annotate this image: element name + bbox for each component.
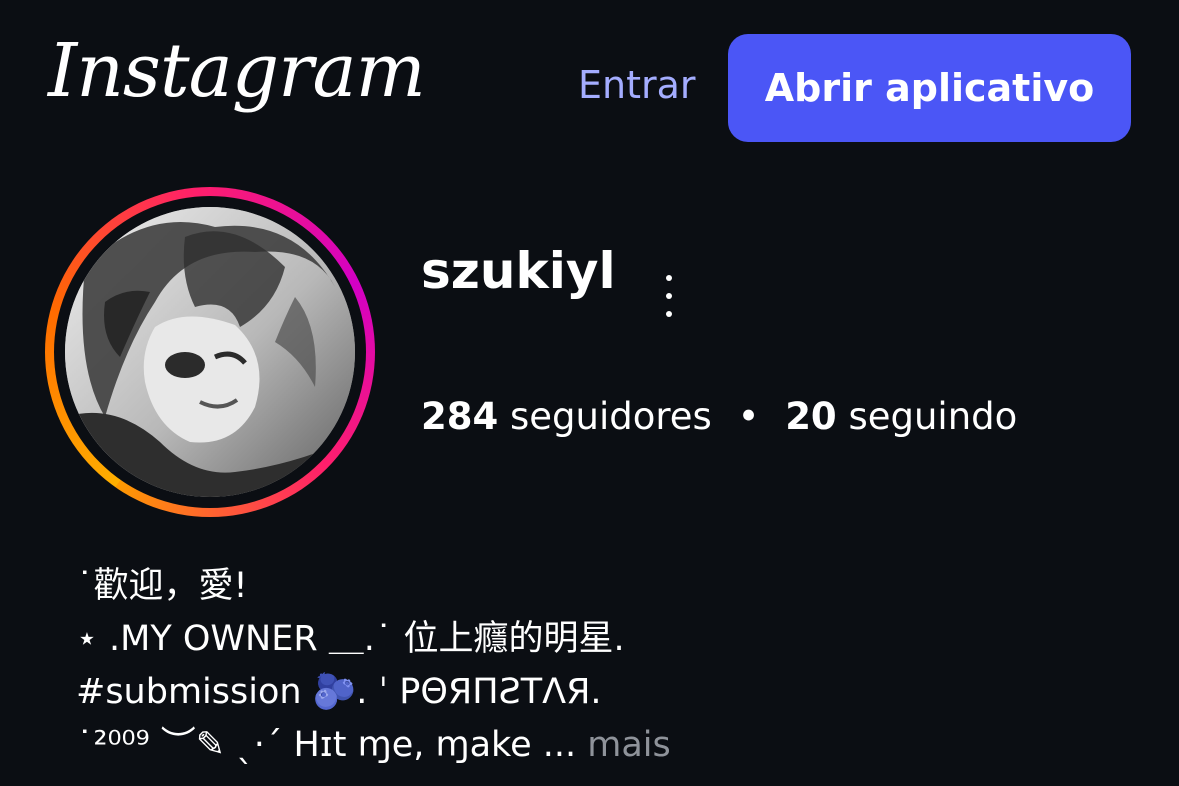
open-app-button[interactable]: Abrir aplicativo — [728, 34, 1131, 142]
username: szukiyl — [421, 242, 616, 300]
followers-label[interactable]: seguidores — [510, 395, 712, 438]
bio-line: #submission 🫐. ˈ ΡΘЯΠƧΤΛЯ. — [76, 672, 602, 712]
stats-separator: • — [737, 395, 760, 438]
bio-line: ⋆ .MY OWNER ＿.˙ 位上癮的明星. — [76, 619, 625, 659]
bio-line: ˙歡迎，愛! — [76, 566, 248, 606]
profile-stats: 284 seguidores • 20 seguindo — [421, 398, 1017, 435]
instagram-profile-page: Instagram Entrar Abrir aplicativo szukiy… — [0, 0, 1179, 786]
bio-more-link[interactable]: mais — [587, 725, 671, 765]
story-ring[interactable] — [45, 187, 375, 517]
instagram-logo[interactable]: Instagram — [48, 34, 426, 108]
avatar-image — [65, 207, 355, 497]
more-vertical-icon[interactable] — [654, 275, 684, 317]
following-count[interactable]: 20 — [785, 395, 837, 438]
bio-line-last: ˙²⁰⁰⁹ ︶✎ ˎ·ˊ Hɪt ɱe, ɱake ... mais — [76, 719, 1136, 772]
bio-line-text: ˙²⁰⁰⁹ ︶✎ ˎ·ˊ Hɪt ɱe, ɱake ... — [76, 725, 577, 765]
following-label[interactable]: seguindo — [848, 395, 1017, 438]
followers-count[interactable]: 284 — [421, 395, 498, 438]
login-link[interactable]: Entrar — [578, 66, 696, 104]
avatar[interactable] — [65, 207, 355, 497]
bio: ˙歡迎，愛! ⋆ .MY OWNER ＿.˙ 位上癮的明星. #submissi… — [76, 560, 1136, 772]
